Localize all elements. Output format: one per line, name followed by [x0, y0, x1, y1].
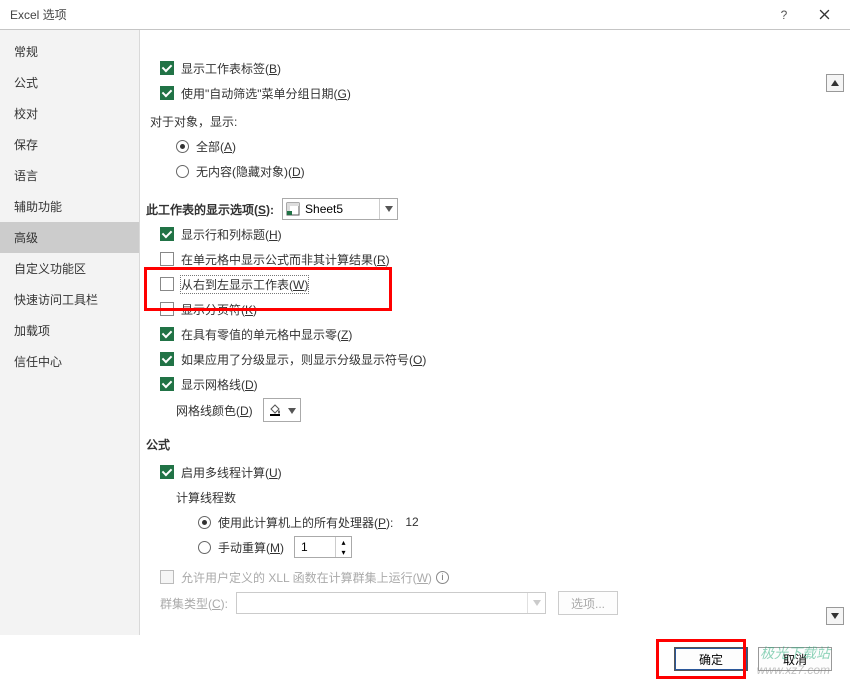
- main-area: 常规 公式 校对 保存 语言 辅助功能 高级 自定义功能区 快速访问工具栏 加载…: [0, 30, 850, 635]
- processor-count: 12: [405, 515, 418, 529]
- option-label: 显示网格线(D): [181, 376, 258, 393]
- cluster-type-combo: [236, 592, 546, 614]
- ok-button[interactable]: 确定: [674, 647, 748, 671]
- spinner-value: 1: [295, 537, 335, 557]
- option-show-zeros[interactable]: 在具有零值的单元格中显示零(Z): [146, 323, 820, 345]
- cluster-type-row: 群集类型(C): 选项...: [146, 591, 820, 615]
- sidebar-item-customize-ribbon[interactable]: 自定义功能区: [0, 253, 139, 284]
- checkbox-icon: [160, 570, 174, 584]
- sidebar-item-accessibility[interactable]: 辅助功能: [0, 191, 139, 222]
- sheet-display-header: 此工作表的显示选项(S):: [146, 201, 274, 218]
- option-multithread[interactable]: 启用多线程计算(U): [146, 461, 820, 483]
- radio-threads-all[interactable]: 使用此计算机上的所有处理器(P): 12: [146, 511, 820, 533]
- radio-label: 使用此计算机上的所有处理器(P):: [218, 514, 393, 531]
- option-label: 允许用户定义的 XLL 函数在计算群集上运行(W): [181, 569, 432, 586]
- sidebar-item-formulas[interactable]: 公式: [0, 67, 139, 98]
- radio-label: 全部(A): [196, 138, 236, 155]
- checkbox-icon: [160, 252, 174, 266]
- radio-icon: [198, 516, 211, 529]
- option-right-to-left[interactable]: 从右到左显示工作表(W): [146, 273, 820, 295]
- chevron-down-icon: [288, 403, 296, 417]
- option-outline-symbols[interactable]: 如果应用了分级显示，则显示分级显示符号(O): [146, 348, 820, 370]
- option-label: 显示行和列标题(H): [181, 226, 282, 243]
- cluster-options-button: 选项...: [558, 591, 618, 615]
- threads-spinner[interactable]: 1 ▴ ▾: [294, 536, 352, 558]
- radio-threads-manual[interactable]: 手动重算(M) 1 ▴ ▾: [146, 536, 820, 558]
- radio-label: 无内容(隐藏对象)(D): [196, 163, 305, 180]
- sidebar-item-language[interactable]: 语言: [0, 160, 139, 191]
- checkbox-icon: [160, 61, 174, 75]
- worksheet-icon: [283, 199, 303, 219]
- option-show-formulas[interactable]: 在单元格中显示公式而非其计算结果(R): [146, 248, 820, 270]
- option-udf-cluster: 允许用户定义的 XLL 函数在计算群集上运行(W) i: [146, 566, 820, 588]
- gridline-color-row: 网格线颜色(D): [146, 398, 820, 422]
- checkbox-icon: [160, 302, 174, 316]
- option-label: 显示分页符(K): [181, 301, 257, 318]
- radio-objects-all[interactable]: 全部(A): [146, 135, 820, 157]
- sidebar-item-general[interactable]: 常规: [0, 36, 139, 67]
- option-label: 启用多线程计算(U): [181, 464, 282, 481]
- content-pane: 显示工作表标签(B) 使用"自动筛选"菜单分组日期(G) 对于对象，显示: 全部…: [140, 30, 850, 635]
- checkbox-icon: [160, 465, 174, 479]
- sidebar-item-proofing[interactable]: 校对: [0, 98, 139, 129]
- chevron-down-icon: [527, 593, 545, 613]
- combo-value: Sheet5: [303, 202, 379, 216]
- spinner-buttons[interactable]: ▴ ▾: [335, 537, 351, 557]
- checkbox-icon: [160, 327, 174, 341]
- checkbox-icon: [160, 227, 174, 241]
- sidebar-item-quick-access[interactable]: 快速访问工具栏: [0, 284, 139, 315]
- radio-label: 手动重算(M): [218, 539, 284, 556]
- checkbox-icon: [160, 277, 174, 291]
- chevron-down-icon: [379, 199, 397, 219]
- formulas-section-header: 公式: [146, 436, 820, 453]
- threads-header: 计算线程数: [146, 486, 820, 508]
- objects-show-header: 对于对象，显示:: [146, 110, 820, 132]
- option-label: 显示工作表标签(B): [181, 60, 281, 77]
- radio-icon: [176, 165, 189, 178]
- gridline-color-label: 网格线颜色(D): [176, 402, 253, 419]
- gridline-color-picker[interactable]: [263, 398, 301, 422]
- dialog-footer: 确定 取消: [0, 635, 850, 683]
- checkbox-icon: [160, 377, 174, 391]
- scroll-down-button[interactable]: [826, 607, 844, 625]
- option-page-breaks[interactable]: 显示分页符(K): [146, 298, 820, 320]
- option-autofilter-grouping[interactable]: 使用"自动筛选"菜单分组日期(G): [146, 82, 820, 104]
- option-label: 从右到左显示工作表(W): [181, 276, 308, 293]
- info-icon[interactable]: i: [436, 571, 449, 584]
- option-show-sheet-tabs[interactable]: 显示工作表标签(B): [146, 57, 820, 79]
- sheet-selector-combo[interactable]: Sheet5: [282, 198, 398, 220]
- option-row-col-headers[interactable]: 显示行和列标题(H): [146, 223, 820, 245]
- sidebar-item-trust-center[interactable]: 信任中心: [0, 346, 139, 377]
- sidebar-item-save[interactable]: 保存: [0, 129, 139, 160]
- help-button[interactable]: ?: [764, 1, 804, 29]
- sidebar: 常规 公式 校对 保存 语言 辅助功能 高级 自定义功能区 快速访问工具栏 加载…: [0, 30, 140, 635]
- option-gridlines[interactable]: 显示网格线(D): [146, 373, 820, 395]
- checkbox-icon: [160, 86, 174, 100]
- option-label: 如果应用了分级显示，则显示分级显示符号(O): [181, 351, 426, 368]
- cancel-button[interactable]: 取消: [758, 647, 832, 671]
- checkbox-icon: [160, 352, 174, 366]
- radio-icon: [176, 140, 189, 153]
- sidebar-item-advanced[interactable]: 高级: [0, 222, 139, 253]
- cluster-type-label: 群集类型(C):: [160, 595, 228, 612]
- sheet-display-header-row: 此工作表的显示选项(S): Sheet5: [146, 198, 820, 220]
- spinner-up-icon[interactable]: ▴: [336, 537, 351, 547]
- radio-icon: [198, 541, 211, 554]
- close-button[interactable]: [804, 1, 844, 29]
- paint-bucket-icon: [268, 402, 282, 419]
- spinner-down-icon[interactable]: ▾: [336, 547, 351, 557]
- option-label: 使用"自动筛选"菜单分组日期(G): [181, 85, 351, 102]
- scroll-up-button[interactable]: [826, 74, 844, 92]
- sidebar-item-addins[interactable]: 加载项: [0, 315, 139, 346]
- option-label: 在具有零值的单元格中显示零(Z): [181, 326, 352, 343]
- radio-objects-none[interactable]: 无内容(隐藏对象)(D): [146, 160, 820, 182]
- option-label: 在单元格中显示公式而非其计算结果(R): [181, 251, 390, 268]
- title-bar: Excel 选项 ?: [0, 0, 850, 30]
- window-title: Excel 选项: [10, 6, 764, 23]
